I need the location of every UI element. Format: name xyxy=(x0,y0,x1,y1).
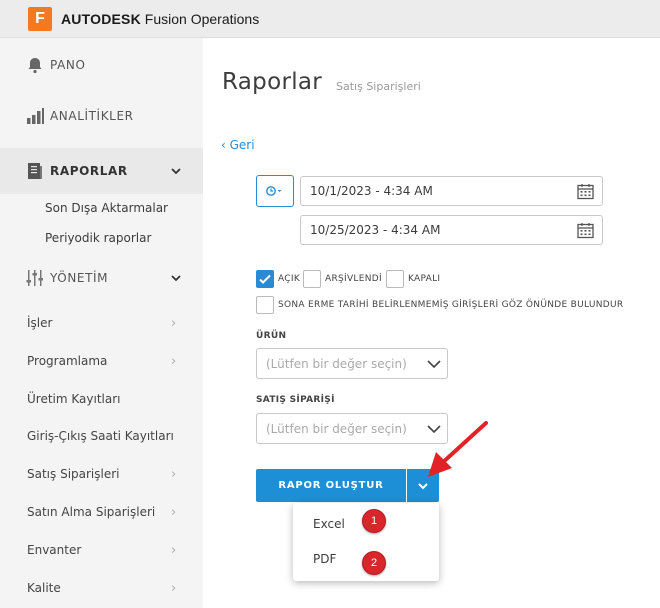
brand-product: Fusion Operations xyxy=(140,10,260,27)
chevron-down-icon[interactable] xyxy=(170,272,182,284)
sidebar-item-label: Giriş-Çıkış Saati Kayıtları xyxy=(27,429,174,443)
sidebar-item-analytics[interactable]: ANALİTİKLER xyxy=(0,97,203,135)
sidebar-item-label: YÖNETİM xyxy=(50,271,109,285)
sidebar-item-sales-orders[interactable]: Satış Siparişleri › xyxy=(0,455,203,493)
top-bar: F AUTODESK Fusion Operations xyxy=(0,0,660,38)
product-placeholder: (Lütfen bir değer seçin) xyxy=(266,357,407,371)
sidebar-item-quality[interactable]: Kalite › xyxy=(0,569,203,607)
sales-order-select[interactable]: (Lütfen bir değer seçin) xyxy=(256,413,448,444)
sidebar-item-label: Üretim Kayıtları xyxy=(27,392,121,406)
sidebar-item-label: İşler xyxy=(27,316,53,330)
product-select[interactable]: (Lütfen bir değer seçin) xyxy=(256,348,448,379)
chevron-right-icon: › xyxy=(171,580,177,596)
sidebar-item-scheduling[interactable]: Programlama › xyxy=(0,342,203,380)
sidebar-item-label: Kalite xyxy=(27,581,61,595)
sidebar-item-label: Envanter xyxy=(27,543,82,557)
end-date-value: 10/25/2023 - 4:34 AM xyxy=(310,223,441,237)
chevron-down-icon xyxy=(418,482,428,489)
sidebar-item-label: Satın Alma Siparişleri xyxy=(27,505,156,519)
sidebar-item-label: ANALİTİKLER xyxy=(50,109,134,123)
brand-name: AUTODESK Fusion Operations xyxy=(61,11,259,27)
product-label: ÜRÜN xyxy=(256,331,287,341)
sidebar-item-pano[interactable]: PANO xyxy=(0,46,203,84)
sidebar-item-label: Programlama xyxy=(27,354,108,368)
sidebar-item-jobs[interactable]: İşler › xyxy=(0,304,203,342)
back-link[interactable]: ‹ Geri xyxy=(221,138,255,152)
calendar-icon[interactable] xyxy=(577,183,594,200)
open-checkbox-label: AÇIK xyxy=(278,274,301,284)
sidebar-item-production-logs[interactable]: Üretim Kayıtları xyxy=(0,380,203,418)
sidebar-item-label: Satış Siparişleri xyxy=(27,467,120,481)
chevron-right-icon: › xyxy=(171,504,177,520)
sidebar-subitem-periodic-reports[interactable]: Periyodik raporlar xyxy=(45,231,151,245)
menu-item-pdf[interactable]: PDF xyxy=(313,552,336,566)
menu-item-excel[interactable]: Excel xyxy=(313,517,345,531)
chevron-right-icon: › xyxy=(171,353,177,369)
sidebar-item-label: RAPORLAR xyxy=(50,164,128,178)
report-icon xyxy=(25,161,45,181)
start-date-value: 10/1/2023 - 4:34 AM xyxy=(310,184,433,198)
generate-report-button[interactable]: RAPOR OLUŞTUR xyxy=(256,469,406,502)
chevron-down-icon[interactable] xyxy=(170,165,182,177)
fusion-logo-icon[interactable]: F xyxy=(28,6,52,31)
ignore-unset-expiry-checkbox[interactable] xyxy=(256,296,274,314)
bell-icon xyxy=(25,55,45,75)
chevron-right-icon: › xyxy=(171,315,177,331)
page-title: Raporlar xyxy=(222,69,323,95)
ignore-unset-expiry-label: SONA ERME TARİHİ BELİRLENMEMİŞ GİRİŞLERİ… xyxy=(278,300,624,310)
check-icon xyxy=(259,274,271,284)
sidebar: PANO ANALİTİKLER RAPORLAR Son Dışa Aktar… xyxy=(0,38,203,608)
export-format-dropdown-button[interactable] xyxy=(407,469,439,502)
sidebar-item-reports[interactable]: RAPORLAR xyxy=(0,148,203,194)
sidebar-item-purchase-orders[interactable]: Satın Alma Siparişleri › xyxy=(0,493,203,531)
bar-chart-icon xyxy=(25,106,45,126)
end-date-field[interactable]: 10/25/2023 - 4:34 AM xyxy=(300,215,603,245)
sidebar-item-time-logs[interactable]: Giriş-Çıkış Saati Kayıtları xyxy=(0,417,203,455)
calendar-icon[interactable] xyxy=(577,222,594,239)
archived-checkbox[interactable] xyxy=(303,270,321,288)
chevron-right-icon: › xyxy=(171,542,177,558)
chevron-down-icon xyxy=(427,425,441,434)
page-subtitle: Satış Siparişleri xyxy=(336,80,421,93)
sidebar-item-management[interactable]: YÖNETİM xyxy=(0,259,203,297)
sliders-icon xyxy=(25,268,45,288)
sidebar-item-inventory[interactable]: Envanter › xyxy=(0,531,203,569)
step-badge-1: 1 xyxy=(362,509,386,533)
chevron-down-icon xyxy=(427,360,441,369)
open-checkbox[interactable] xyxy=(256,270,274,288)
chevron-right-icon: › xyxy=(171,466,177,482)
sidebar-subitem-recent-exports[interactable]: Son Dışa Aktarmalar xyxy=(45,201,168,215)
clock-icon xyxy=(266,186,282,196)
brand-autodesk: AUTODESK xyxy=(61,10,141,27)
step-badge-2: 2 xyxy=(362,551,386,575)
closed-checkbox-label: KAPALI xyxy=(408,274,441,284)
sales-order-placeholder: (Lütfen bir değer seçin) xyxy=(266,422,407,436)
sales-order-label: SATIŞ SİPARİŞİ xyxy=(256,395,335,405)
archived-checkbox-label: ARŞİVLENDİ xyxy=(325,274,382,284)
sidebar-item-label: PANO xyxy=(50,58,86,72)
start-date-field[interactable]: 10/1/2023 - 4:34 AM xyxy=(300,176,603,206)
time-range-button[interactable] xyxy=(256,175,294,207)
closed-checkbox[interactable] xyxy=(386,270,404,288)
